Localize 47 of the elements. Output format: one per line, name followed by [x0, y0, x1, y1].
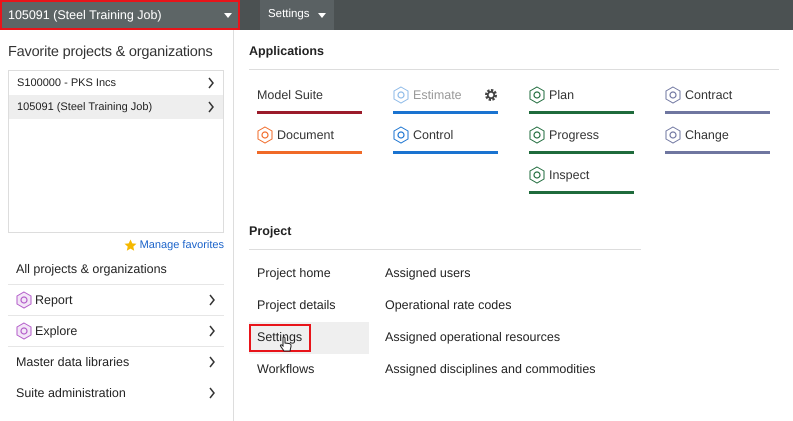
project-link[interactable]: Workflows [257, 360, 314, 379]
app-link[interactable]: Model Suite [257, 80, 362, 114]
app-link[interactable]: Progress [529, 120, 634, 154]
hexagon-icon [665, 126, 681, 144]
app-link[interactable]: Plan [529, 80, 634, 114]
app-link[interactable]: Change [665, 120, 770, 154]
chevron-icon [207, 76, 215, 89]
favorite-item[interactable]: 105091 (Steel Training Job) [9, 94, 223, 119]
chevron-icon [208, 356, 216, 368]
hexagon-icon [393, 126, 409, 144]
favorite-item[interactable]: S100000 - PKS Incs [9, 70, 223, 95]
hexagon-icon [665, 86, 681, 104]
panel-title: Favorite projects & organizations [8, 43, 214, 62]
star-icon [124, 238, 137, 252]
hexagon-icon [16, 322, 32, 340]
project-link[interactable]: Operational rate codes [369, 290, 612, 322]
project-link[interactable]: Project details [257, 296, 336, 315]
hexagon-icon [16, 291, 32, 310]
section-title: Applications [249, 42, 779, 70]
project-link[interactable]: Assigned users [369, 258, 612, 290]
hexagon-icon [529, 166, 545, 184]
hexagon-icon [529, 86, 545, 104]
project-link[interactable]: Project home [257, 264, 331, 283]
hexagon-icon [529, 126, 545, 144]
nav-item[interactable]: All projects & organizations [8, 253, 224, 284]
section-title: Project [249, 222, 641, 250]
nav-item[interactable]: Report [8, 284, 224, 316]
project-link[interactable]: Assigned operational resources [369, 322, 612, 354]
chevron-icon [208, 325, 216, 338]
settings-menu-button[interactable]: Settings [260, 0, 334, 30]
caret-icon [318, 12, 326, 18]
chevron-icon [208, 387, 216, 400]
app-link[interactable]: Document [257, 120, 362, 154]
caret-icon [224, 12, 232, 18]
nav-item[interactable]: Explore [8, 315, 224, 346]
app-link[interactable]: Inspect [529, 160, 634, 194]
project-link[interactable]: Assigned disciplines and commodities [369, 354, 612, 386]
nav-item[interactable]: Master data libraries [8, 346, 224, 378]
hexagon-icon [257, 126, 273, 144]
hexagon-icon [393, 86, 409, 104]
chevron-icon [208, 294, 216, 306]
app-link[interactable]: Control [393, 120, 498, 154]
chevron-icon [207, 100, 215, 113]
nav-item[interactable]: Suite administration [8, 377, 224, 408]
project-selector[interactable]: 105091 (Steel Training Job) [0, 0, 240, 30]
app-link[interactable]: Contract [665, 80, 770, 114]
manage-favorites-link[interactable]: Manage favorites [140, 236, 224, 254]
